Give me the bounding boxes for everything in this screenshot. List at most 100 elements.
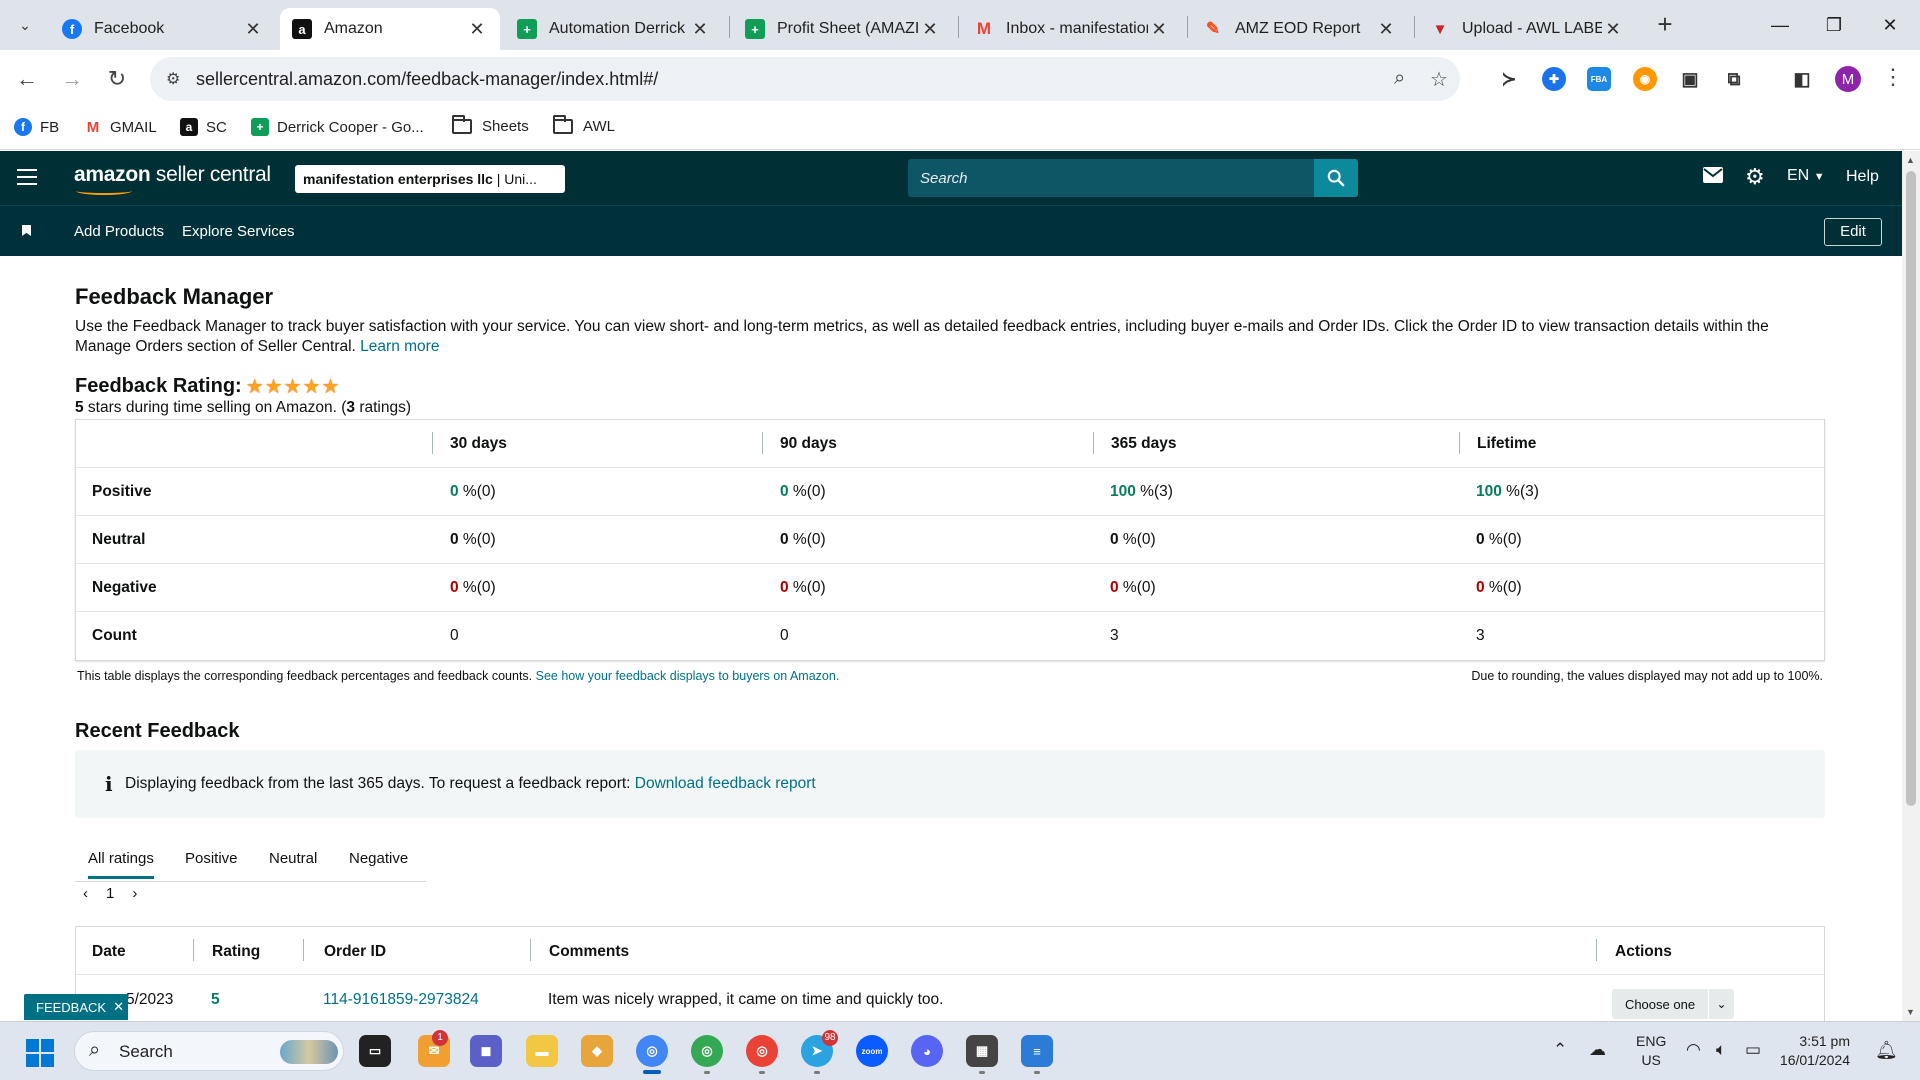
language-selector[interactable]: EN ▼ bbox=[1787, 167, 1825, 185]
browser-menu-icon[interactable]: ⋮ bbox=[1882, 64, 1904, 90]
previous-page-icon[interactable]: ‹ bbox=[83, 885, 88, 902]
system-clock[interactable]: 3:51 pm 16/01/2024 bbox=[1758, 1032, 1850, 1070]
actions-dropdown[interactable]: Choose one ⌄ bbox=[1612, 989, 1734, 1019]
side-panel-icon[interactable]: ◧ bbox=[1790, 67, 1814, 91]
discord-icon[interactable]: ◕ bbox=[911, 1035, 943, 1067]
bookmark-fb[interactable]: f FB bbox=[14, 118, 59, 136]
download-feedback-report-link[interactable]: Download feedback report bbox=[635, 775, 816, 792]
close-icon[interactable]: ✕ bbox=[1602, 19, 1624, 40]
search-input[interactable] bbox=[908, 159, 1314, 197]
app-icon[interactable]: ◆ bbox=[581, 1035, 613, 1067]
minimize-icon[interactable]: — bbox=[1752, 0, 1808, 50]
next-page-icon[interactable]: › bbox=[132, 885, 137, 902]
tab-automation-derrick[interactable]: + Automation Derrick C ✕ bbox=[505, 8, 723, 50]
site-info-icon[interactable]: ⚙ bbox=[166, 69, 180, 89]
close-icon[interactable]: ✕ bbox=[242, 19, 264, 40]
windows-start-icon[interactable] bbox=[26, 1039, 54, 1067]
tab-amazon[interactable]: a Amazon ✕ bbox=[280, 8, 500, 50]
wifi-icon[interactable]: ◠ bbox=[1686, 1040, 1701, 1060]
zoom-icon[interactable]: zoom bbox=[856, 1035, 888, 1067]
close-icon[interactable]: ✕ bbox=[466, 19, 488, 40]
search-button[interactable] bbox=[1314, 159, 1358, 197]
tab-search-dropdown-icon[interactable]: ⌄ bbox=[10, 10, 40, 40]
zoom-icon[interactable]: ⌕ bbox=[1394, 67, 1405, 90]
metric-percent: 100 bbox=[1476, 483, 1502, 500]
bookmark-derrick-cooper[interactable]: + Derrick Cooper - Go... bbox=[251, 118, 424, 136]
notepad-icon[interactable]: ≡ bbox=[1021, 1035, 1053, 1067]
notifications-bell-icon[interactable]: 🔔︎ bbox=[1875, 1040, 1898, 1061]
column-separator bbox=[1459, 432, 1460, 454]
metric-count: %(0) bbox=[788, 483, 826, 500]
tab-all-ratings[interactable]: All ratings bbox=[88, 850, 154, 879]
settings-gear-icon[interactable]: ⚙ bbox=[1745, 164, 1765, 190]
chrome-icon[interactable]: ◎ bbox=[636, 1035, 668, 1067]
tab-positive[interactable]: Positive bbox=[185, 850, 238, 867]
column-header-30-days: 30 days bbox=[450, 435, 507, 452]
close-icon[interactable]: ✕ bbox=[689, 19, 711, 40]
account-switcher[interactable]: manifestation enterprises llc | Uni... bbox=[295, 165, 565, 193]
extension-2-icon[interactable]: ✚ bbox=[1542, 67, 1566, 91]
tab-amz-eod-report[interactable]: ✎ AMZ EOD Report ✕ bbox=[1191, 8, 1409, 50]
volume-icon[interactable]: 🔈︎ bbox=[1716, 1040, 1726, 1060]
close-window-icon[interactable]: ✕ bbox=[1862, 0, 1918, 50]
hamburger-menu-icon[interactable] bbox=[17, 169, 37, 185]
edit-button[interactable]: Edit bbox=[1824, 218, 1882, 246]
explore-services-link[interactable]: Explore Services bbox=[182, 223, 295, 240]
scroll-up-icon[interactable]: ▲ bbox=[1906, 155, 1915, 165]
chrome-profile-icon[interactable]: ◎ bbox=[691, 1035, 723, 1067]
feedback-display-link[interactable]: See how your feedback displays to buyers… bbox=[536, 669, 840, 683]
tab-facebook[interactable]: f Facebook ✕ bbox=[50, 8, 276, 50]
pencil-icon: ✎ bbox=[1205, 19, 1221, 38]
bookmark-star-icon[interactable]: ☆ bbox=[1430, 67, 1448, 92]
order-id-link[interactable]: 114-9161859-2973824 bbox=[323, 991, 479, 1009]
close-icon[interactable]: ✕ bbox=[1148, 19, 1170, 40]
extension-4-icon[interactable]: ◉ bbox=[1633, 67, 1657, 91]
scrollbar-thumb[interactable] bbox=[1906, 171, 1916, 806]
current-page[interactable]: 1 bbox=[106, 885, 114, 902]
close-icon[interactable]: ✕ bbox=[919, 19, 941, 40]
learn-more-link[interactable]: Learn more bbox=[360, 338, 439, 355]
restore-icon[interactable]: ❐ bbox=[1806, 0, 1862, 50]
task-view-icon[interactable]: ▭ bbox=[359, 1035, 391, 1067]
extension-1-icon[interactable]: ≻ bbox=[1497, 67, 1521, 91]
help-link[interactable]: Help bbox=[1846, 168, 1879, 186]
bookmark-gmail[interactable]: M GMAIL bbox=[84, 118, 157, 136]
bookmark-sc[interactable]: a SC bbox=[180, 118, 227, 136]
reload-icon[interactable]: ↻ bbox=[100, 62, 134, 96]
taskbar-search[interactable]: ⌕ Search bbox=[74, 1031, 344, 1071]
fba-extension-icon[interactable]: FBA bbox=[1587, 67, 1611, 91]
calculator-icon[interactable]: ▦ bbox=[966, 1035, 998, 1067]
scroll-down-icon[interactable]: ▼ bbox=[1906, 1007, 1915, 1017]
metric-cell: 100 %(3) bbox=[1110, 483, 1173, 501]
tab-negative[interactable]: Negative bbox=[349, 850, 408, 867]
seller-central-logo[interactable]: amazon seller central bbox=[74, 163, 271, 195]
close-icon[interactable]: ✕ bbox=[113, 999, 124, 1015]
url-text[interactable]: sellercentral.amazon.com/feedback-manage… bbox=[196, 69, 658, 90]
tab-neutral[interactable]: Neutral bbox=[269, 850, 317, 867]
new-tab-button[interactable]: + bbox=[1650, 10, 1680, 40]
teams-icon[interactable]: ◼ bbox=[470, 1035, 502, 1067]
bookmark-folder-sheets[interactable]: Sheets bbox=[452, 115, 529, 135]
extensions-puzzle-icon[interactable]: ⧉ bbox=[1722, 67, 1746, 91]
chrome-profile-icon[interactable]: ◎ bbox=[746, 1035, 778, 1067]
add-products-link[interactable]: Add Products bbox=[74, 223, 164, 240]
close-icon[interactable]: ✕ bbox=[1375, 19, 1397, 40]
input-language[interactable]: ENG US bbox=[1636, 1032, 1666, 1070]
tray-chevron-icon[interactable]: ⌃ bbox=[1553, 1040, 1567, 1060]
bookmark-label: AWL bbox=[583, 118, 615, 135]
tab-awl-upload[interactable]: ▼ Upload - AWL LABEL ✕ bbox=[1418, 8, 1636, 50]
back-icon[interactable]: ← bbox=[10, 62, 44, 96]
profile-avatar[interactable]: M bbox=[1835, 66, 1861, 92]
tab-gmail-inbox[interactable]: M Inbox - manifestation ✕ bbox=[962, 8, 1182, 50]
bookmark-folder-awl[interactable]: AWL bbox=[553, 115, 615, 135]
mail-icon[interactable] bbox=[1703, 166, 1723, 189]
address-bar[interactable]: ⚙ sellercentral.amazon.com/feedback-mana… bbox=[150, 57, 1460, 101]
feedback-widget-tab[interactable]: FEEDBACK ✕ bbox=[24, 994, 128, 1020]
file-explorer-icon[interactable]: ▬ bbox=[526, 1035, 558, 1067]
page-scrollbar[interactable]: ▲ ▼ bbox=[1902, 151, 1920, 1021]
bookmark-icon[interactable] bbox=[22, 225, 31, 236]
onedrive-icon[interactable]: ☁ bbox=[1589, 1040, 1606, 1060]
tab-profit-sheet[interactable]: + Profit Sheet (AMAZIN ✕ bbox=[733, 8, 953, 50]
forward-icon[interactable]: → bbox=[55, 62, 89, 96]
extension-5-icon[interactable]: ▣ bbox=[1678, 67, 1702, 91]
